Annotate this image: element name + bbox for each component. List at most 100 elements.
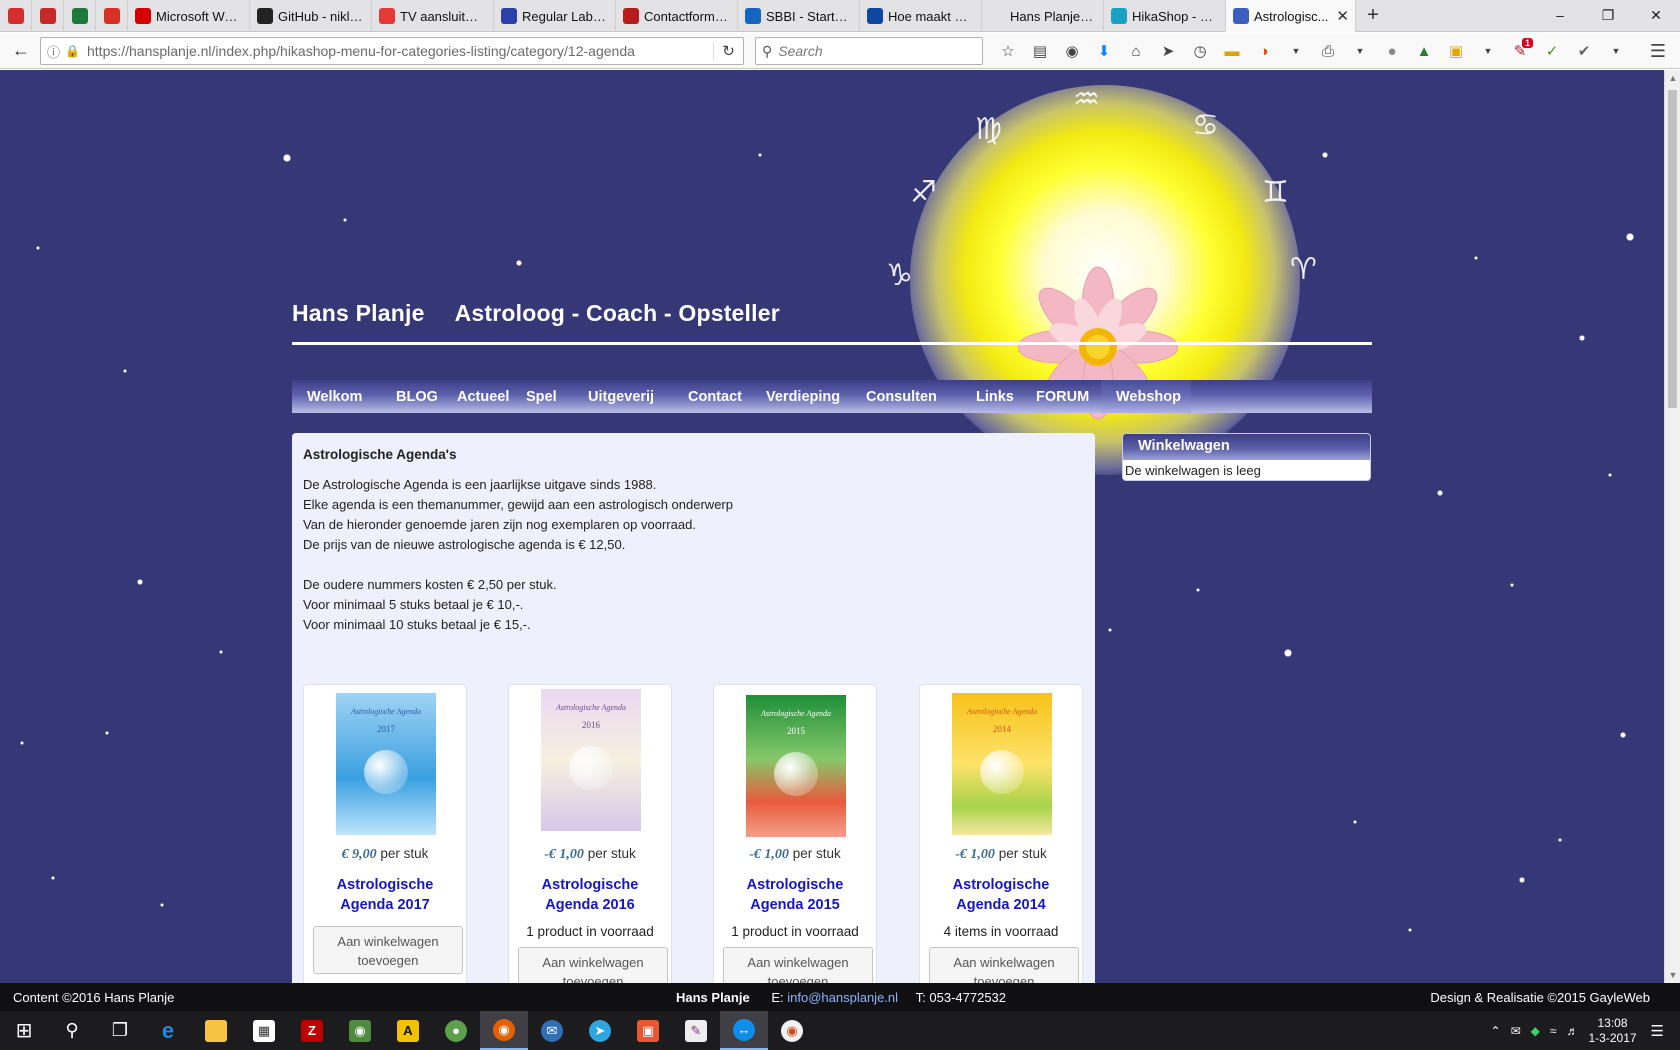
download-icon[interactable]: ⬇ <box>1088 38 1120 64</box>
footer-email-link[interactable]: info@hansplanje.nl <box>787 990 898 1005</box>
product-cover-image[interactable]: Astrologische Agenda 2015 <box>746 695 846 837</box>
menu-item-consulten[interactable]: Consulten <box>851 380 961 413</box>
browser-tab[interactable]: SBBI - StartStic... <box>738 0 860 32</box>
browser-tab[interactable]: Hoe maakt u g... <box>860 0 982 32</box>
task-view-icon[interactable]: ❐ <box>96 1011 144 1050</box>
filezilla-icon[interactable]: Z <box>288 1011 336 1050</box>
scroll-up-icon[interactable]: ▲ <box>1665 70 1680 86</box>
product-name-link[interactable]: Astrologische Agenda 2016 <box>509 875 671 915</box>
reading-list-icon[interactable]: ▤ <box>1024 38 1056 64</box>
menu-item-verdieping[interactable]: Verdieping <box>751 380 851 413</box>
dropdown-icon[interactable]: ▼ <box>1280 38 1312 64</box>
dropbox-icon[interactable]: ◆ <box>1531 1024 1540 1038</box>
scroll-down-icon[interactable]: ▼ <box>1665 967 1680 983</box>
android-studio-icon[interactable]: ◉ <box>336 1011 384 1050</box>
wifi-icon[interactable]: ≈ <box>1550 1024 1557 1038</box>
store-icon[interactable]: ▦ <box>240 1011 288 1050</box>
url-text[interactable]: https://hansplanje.nl/index.php/hikashop… <box>87 43 713 59</box>
add-to-cart-button[interactable]: Aan winkelwagen toevoegen <box>518 947 668 983</box>
clock[interactable]: 13:08 1-3-2017 <box>1589 1016 1637 1046</box>
browser-tab[interactable]: GitHub - niklau... <box>250 0 372 32</box>
dropdown-icon[interactable]: ▼ <box>1344 38 1376 64</box>
menu-item-links[interactable]: Links <box>961 380 1021 413</box>
font-app-icon[interactable]: A <box>384 1011 432 1050</box>
menu-item-contact[interactable]: Contact <box>673 380 751 413</box>
browser-tab[interactable] <box>0 0 32 32</box>
bookmark-star-icon[interactable]: ☆ <box>992 38 1024 64</box>
hamburger-menu-icon[interactable]: ☰ <box>1642 38 1674 64</box>
file-explorer-icon[interactable] <box>192 1011 240 1050</box>
add-to-cart-button[interactable]: Aan winkelwagen toevoegen <box>313 926 463 974</box>
browser-tab[interactable]: Microsoft Wor... <box>128 0 250 32</box>
printer-icon[interactable]: ⎙ <box>1312 38 1344 64</box>
menu-item-blog[interactable]: BLOG <box>381 380 442 413</box>
notification-icon[interactable]: ✎ 1 <box>1504 38 1536 64</box>
browser-tab[interactable]: Contactformuli... <box>616 0 738 32</box>
mail-tray-icon[interactable]: ✉ <box>1511 1024 1521 1038</box>
menu-item-welkom[interactable]: Welkom <box>292 380 381 413</box>
browser-tab[interactable] <box>64 0 96 32</box>
home-icon[interactable]: ⌂ <box>1120 38 1152 64</box>
chart-icon[interactable]: ▲ <box>1408 38 1440 64</box>
edge-icon[interactable]: e <box>144 1011 192 1050</box>
browser-tab[interactable]: TV aansluiten v... <box>372 0 494 32</box>
new-tab-button[interactable]: + <box>1356 0 1390 31</box>
globe-app-icon[interactable]: ● <box>432 1011 480 1050</box>
teamviewer-icon[interactable]: ↔ <box>720 1011 768 1050</box>
vertical-scrollbar[interactable]: ▲ ▼ <box>1664 70 1680 983</box>
history-icon[interactable]: ◷ <box>1184 38 1216 64</box>
browser-tab[interactable]: Regular Labs - ... <box>494 0 616 32</box>
close-tab-icon[interactable]: ✕ <box>1336 7 1349 25</box>
notes-app-icon[interactable]: ✎ <box>672 1011 720 1050</box>
ghostery-icon[interactable]: ● <box>1376 38 1408 64</box>
check-circle-icon[interactable]: ✔ <box>1568 38 1600 64</box>
product-cover-image[interactable]: Astrologische Agenda 2014 <box>952 693 1052 835</box>
paint-app-icon[interactable]: ◉ <box>768 1011 816 1050</box>
chevron-up-icon[interactable]: ⌃ <box>1491 1024 1501 1038</box>
browser-tab[interactable]: HikaShop - Ne... <box>1104 0 1226 32</box>
menu-item-spel[interactable]: Spel <box>511 380 573 413</box>
pocket-icon[interactable]: ◉ <box>1056 38 1088 64</box>
volume-icon[interactable]: ♬ <box>1567 1024 1579 1038</box>
add-to-cart-button[interactable]: Aan winkelwagen toevoegen <box>929 947 1079 983</box>
dropdown-icon[interactable]: ▼ <box>1472 38 1504 64</box>
eyedropper-icon[interactable]: ✓ <box>1536 38 1568 64</box>
ruler-icon[interactable]: ▬ <box>1216 38 1248 64</box>
product-cover-image[interactable]: Astrologische Agenda 2017 <box>336 693 436 835</box>
product-name-link[interactable]: Astrologische Agenda 2017 <box>304 875 466 915</box>
menu-item-uitgeverij[interactable]: Uitgeverij <box>573 380 673 413</box>
cart-empty-text: De winkelwagen is leeg <box>1125 463 1261 478</box>
search-icon[interactable]: ⚲ <box>48 1011 96 1050</box>
product-name-line: Agenda 2017 <box>340 897 430 913</box>
add-to-cart-button[interactable]: Aan winkelwagen toevoegen <box>723 947 873 983</box>
browser-tab[interactable] <box>96 0 128 32</box>
menu-item-actueel[interactable]: Actueel <box>442 380 511 413</box>
telegram-icon[interactable]: ➤ <box>576 1011 624 1050</box>
reload-icon[interactable]: ↻ <box>713 42 743 60</box>
rainbow-icon[interactable]: ◑ <box>1248 38 1280 64</box>
product-name-link[interactable]: Astrologische Agenda 2014 <box>920 875 1082 915</box>
browser-tab[interactable] <box>32 0 64 32</box>
info-icon[interactable]: ⓘ <box>47 42 65 61</box>
firefox-icon[interactable]: ◉ <box>480 1011 528 1050</box>
product-cover-image[interactable]: Astrologische Agenda 2016 <box>541 689 641 831</box>
search-input[interactable]: ⚲ Search <box>755 37 983 65</box>
start-button[interactable]: ⊞ <box>0 1011 48 1050</box>
send-icon[interactable]: ➤ <box>1152 38 1184 64</box>
minimize-icon[interactable]: – <box>1536 0 1584 30</box>
thunderbird-icon[interactable]: ✉ <box>528 1011 576 1050</box>
menu-item-forum[interactable]: FORUM <box>1021 380 1101 413</box>
back-button[interactable]: ← <box>6 36 36 66</box>
close-window-icon[interactable]: ✕ <box>1632 0 1680 30</box>
tab-active[interactable]: Astrologisc... ✕ <box>1226 0 1356 32</box>
address-bar[interactable]: ⓘ 🔒 https://hansplanje.nl/index.php/hika… <box>40 37 744 65</box>
slides-app-icon[interactable]: ▣ <box>624 1011 672 1050</box>
dropdown-icon[interactable]: ▼ <box>1600 38 1632 64</box>
restore-icon[interactable]: ❐ <box>1584 0 1632 30</box>
folder-icon[interactable]: ▣ <box>1440 38 1472 64</box>
product-name-link[interactable]: Astrologische Agenda 2015 <box>714 875 876 915</box>
menu-item-webshop[interactable]: Webshop <box>1101 380 1191 413</box>
action-center-icon[interactable]: ☰ <box>1651 1022 1664 1040</box>
browser-tab[interactable]: Hans Planje - Astrol... <box>982 0 1104 32</box>
scrollbar-thumb[interactable] <box>1668 90 1677 408</box>
